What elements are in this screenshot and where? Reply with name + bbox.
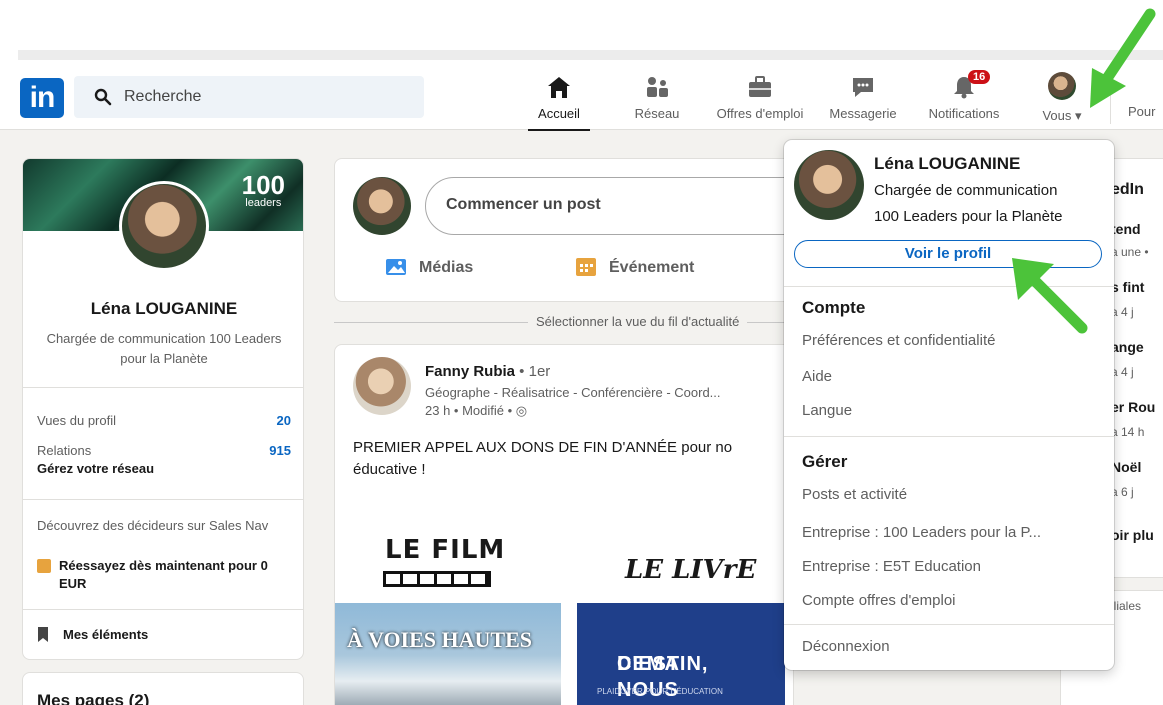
search-placeholder: Recherche [124, 88, 202, 105]
menu-item-company-2[interactable]: Entreprise : E5T Education [802, 558, 981, 575]
menu-headline-2: 100 Leaders pour la Planète [874, 208, 1063, 225]
my-pages-card[interactable]: Mes pages (2) [22, 672, 304, 705]
nav-messaging-label: Messagerie [829, 106, 897, 121]
manage-section-title: Gérer [802, 452, 848, 471]
calendar-icon [576, 258, 596, 276]
image-icon [386, 259, 406, 275]
jobs-icon [749, 76, 771, 97]
feed-post: Fanny Rubia • 1er Géographe - Réalisatri… [334, 344, 794, 705]
film-title: LE FILM [385, 535, 506, 565]
menu-item-company-1[interactable]: Entreprise : 100 Leaders pour la P... [802, 524, 1041, 541]
news-meta: a 14 h [1111, 425, 1145, 439]
ad-label: iliales [1111, 599, 1142, 613]
composer-avatar[interactable] [353, 177, 411, 235]
home-icon [548, 77, 570, 98]
manage-network-link[interactable]: Gérez votre réseau [37, 461, 154, 476]
top-strip [0, 0, 1163, 68]
book-title: LE LIVrE [625, 555, 757, 585]
nav-messaging[interactable]: Messagerie [818, 72, 908, 128]
profile-views[interactable]: Vues du profil 20 [37, 413, 291, 428]
filmstrip-graphic [383, 571, 491, 587]
post-author-avatar[interactable] [353, 357, 411, 415]
navbar: in Recherche Accueil Réseau Offres d'emp… [0, 68, 1163, 131]
sign-out-button[interactable]: Déconnexion [802, 638, 890, 655]
search-icon [94, 88, 112, 106]
book-cover[interactable]: DEMAIN, C'EST NOUS PLAIDOYER POUR L'ÉDUCAT… [577, 603, 785, 705]
avatar [1048, 72, 1076, 100]
menu-avatar[interactable] [794, 150, 864, 220]
post-timestamp: 23 h • Modifié • ◎ [425, 403, 528, 418]
post-author-headline: Géographe - Réalisatrice - Conférencière… [425, 385, 721, 400]
divider [784, 624, 1114, 625]
feed-sort-selector[interactable]: Sélectionner la vue du fil d'actualité [528, 314, 748, 329]
menu-item-help[interactable]: Aide [802, 368, 832, 385]
menu-item-job-account[interactable]: Compte offres d'emploi [802, 592, 956, 609]
my-pages-title: Mes pages (2) [37, 691, 150, 705]
linkedin-logo[interactable]: in [20, 78, 64, 118]
search-input[interactable]: Recherche [74, 76, 424, 118]
notification-badge: 16 [968, 70, 991, 84]
menu-item-privacy[interactable]: Préférences et confidentialité [802, 332, 995, 349]
news-item[interactable]: s fint [1111, 279, 1144, 295]
arrow-annotation-icon [1012, 258, 1088, 334]
post-composer: Commencer un post Médias Événement [334, 158, 794, 302]
nav-jobs-label: Offres d'emploi [716, 106, 804, 121]
start-post-button[interactable]: Commencer un post [425, 177, 793, 235]
nav-home-label: Accueil [538, 106, 580, 121]
news-item[interactable]: ange [1111, 339, 1144, 355]
news-meta: a 4 j [1111, 305, 1134, 319]
connections[interactable]: Relations 915 [37, 443, 291, 458]
divider [23, 499, 303, 500]
saved-items-link[interactable]: Mes éléments [37, 627, 148, 642]
sales-nav-cta[interactable]: Réessayez dès maintenant pour 0 EUR [37, 557, 291, 593]
news-meta: a une • [1111, 245, 1149, 259]
news-meta: a 4 j [1111, 365, 1134, 379]
sales-nav-promo[interactable]: Découvrez des décideurs sur Sales Nav [37, 517, 291, 535]
account-section-title: Compte [802, 298, 866, 317]
media-button[interactable]: Médias [386, 259, 473, 277]
nav-notifications[interactable]: 16 Notifications [914, 70, 1014, 128]
divider [784, 436, 1114, 437]
bookmark-icon [38, 627, 48, 642]
browser-bar [18, 50, 1163, 60]
post-author[interactable]: Fanny Rubia • 1er [425, 363, 550, 380]
nav-jobs[interactable]: Offres d'emploi [704, 72, 816, 128]
menu-item-language[interactable]: Langue [802, 402, 852, 419]
premium-icon [37, 559, 51, 573]
network-icon [647, 77, 668, 97]
profile-title: Chargée de communication 100 Leaders pou… [46, 331, 282, 366]
profile-card: 100 leaders Léna LOUGANINE Chargée de com… [22, 158, 304, 660]
news-meta: a 6 j [1111, 485, 1134, 499]
divider [23, 609, 303, 610]
news-item[interactable]: Noël [1111, 459, 1141, 475]
arrow-annotation-icon [1090, 8, 1156, 108]
nav-home[interactable]: Accueil [528, 72, 590, 131]
divider [23, 387, 303, 388]
event-button[interactable]: Événement [576, 258, 694, 277]
messaging-icon [853, 78, 873, 97]
nav-notifications-label: Notifications [928, 106, 1000, 121]
profile-avatar[interactable] [119, 181, 209, 271]
menu-name: Léna LOUGANINE [874, 154, 1021, 173]
post-text: PREMIER APPEL AUX DONS DE FIN D'ANNÉE po… [353, 439, 733, 478]
menu-item-posts[interactable]: Posts et activité [802, 486, 907, 503]
banner-logo: 100 leaders [241, 170, 285, 209]
news-item[interactable]: tend [1111, 221, 1141, 237]
news-item[interactable]: er Rou [1111, 399, 1155, 415]
me-dropdown-menu: Léna LOUGANINE Chargée de communication … [784, 140, 1114, 670]
globe-icon: ◎ [515, 403, 528, 418]
profile-name[interactable]: Léna LOUGANINE [23, 299, 303, 319]
news-heading: edIn [1111, 181, 1144, 198]
nav-network[interactable]: Réseau [626, 72, 688, 128]
film-poster[interactable]: À VOIES HAUTES [335, 603, 561, 705]
nav-network-label: Réseau [634, 106, 680, 121]
see-more-link[interactable]: oir plu [1111, 527, 1154, 543]
menu-headline-1: Chargée de communication [874, 182, 1058, 199]
